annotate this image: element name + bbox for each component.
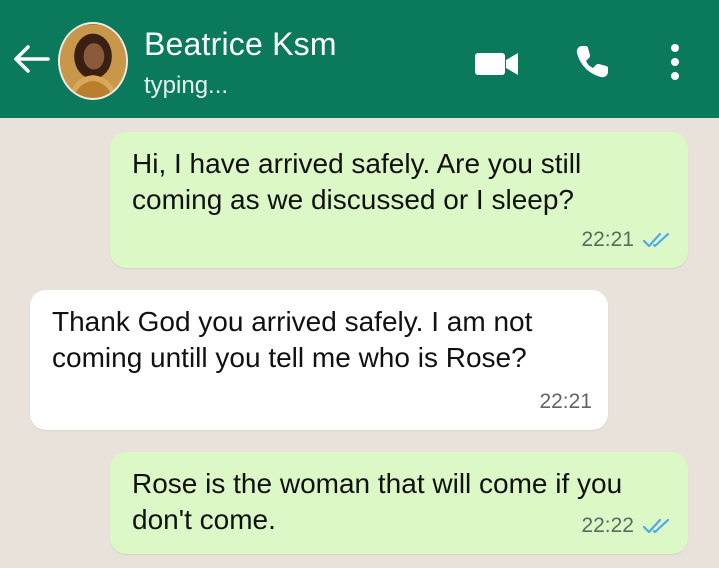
more-vertical-icon[interactable] (664, 42, 686, 82)
avatar[interactable] (58, 22, 128, 100)
contact-name[interactable]: Beatrice Ksm (144, 26, 337, 63)
message-meta: 22:21 (581, 222, 672, 258)
message-time: 22:21 (539, 390, 592, 413)
typing-status: typing... (144, 72, 229, 99)
message-bubble-incoming[interactable]: Thank God you arrived safely. I am not c… (30, 290, 608, 430)
message-text: Thank God you arrived safely. I am not c… (52, 306, 533, 373)
double-check-icon (642, 232, 670, 248)
message-bubble-outgoing[interactable]: Rose is the woman that will come if you … (110, 452, 688, 554)
double-check-icon (642, 518, 670, 534)
arrow-left-icon[interactable] (12, 42, 52, 76)
phone-icon[interactable] (574, 44, 610, 80)
message-meta: 22:22 (581, 508, 672, 544)
message-time: 22:21 (581, 228, 634, 251)
video-camera-icon[interactable] (474, 50, 520, 78)
message-meta: 22:21 (539, 384, 592, 420)
chat-header: Beatrice Ksm typing... (0, 0, 719, 118)
message-bubble-outgoing[interactable]: Hi, I have arrived safely. Are you still… (110, 132, 688, 268)
message-text: Hi, I have arrived safely. Are you still… (132, 148, 582, 215)
message-time: 22:22 (581, 514, 634, 537)
